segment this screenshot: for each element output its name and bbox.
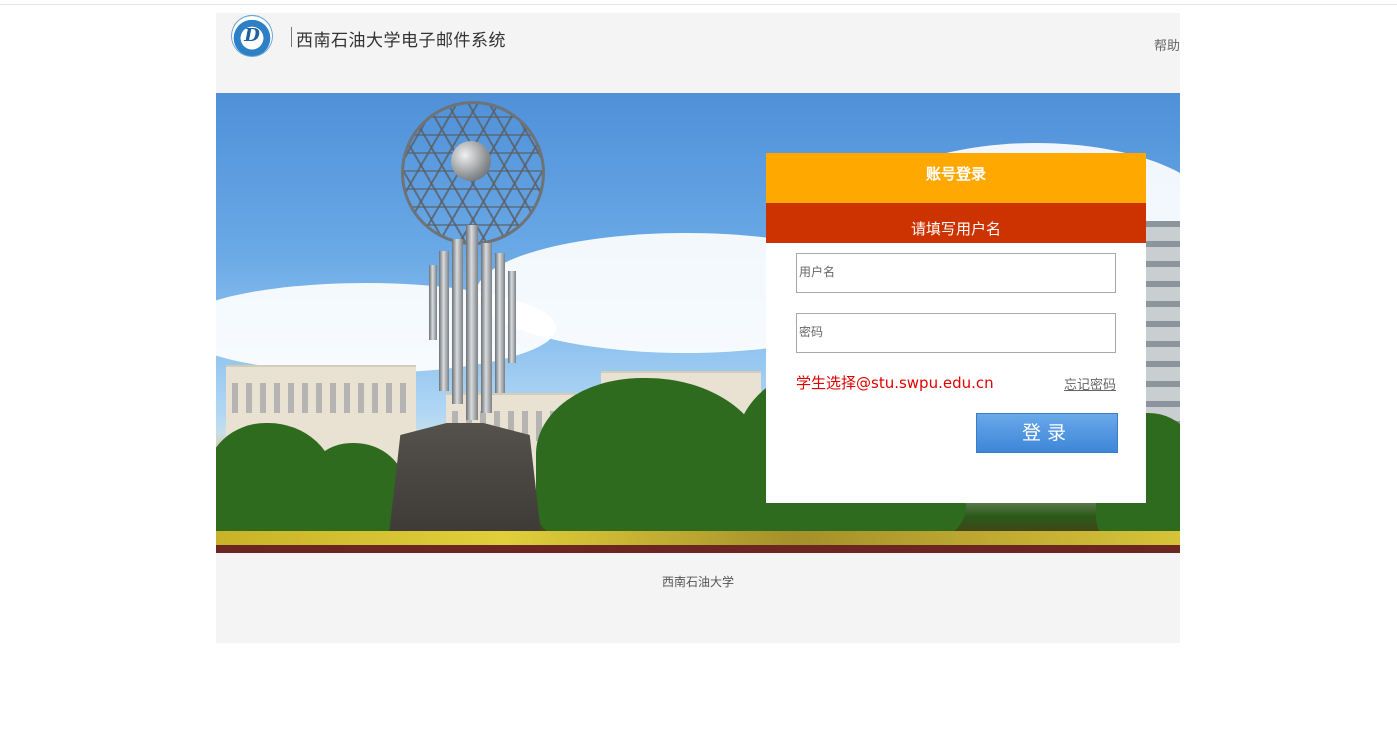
footer-text: 西南石油大学 bbox=[661, 575, 734, 589]
university-logo-icon: D bbox=[231, 15, 273, 57]
campus-banner: 账号登录 请填写用户名 学生选择@stu.swpu.edu.cn 忘记密码 登录 bbox=[216, 93, 1180, 553]
login-panel: 账号登录 请填写用户名 学生选择@stu.swpu.edu.cn 忘记密码 登录 bbox=[766, 153, 1146, 503]
sculpture-pipe bbox=[452, 239, 463, 404]
login-heading: 账号登录 bbox=[766, 153, 1146, 203]
sculpture-base bbox=[388, 423, 542, 543]
sculpture-pipe bbox=[439, 251, 449, 391]
top-rule bbox=[0, 4, 1397, 5]
sculpture-pipe bbox=[508, 271, 516, 363]
page-container: D 西南石油大学电子邮件系统 帮助 账号登录 请填写用户名 用户名 学生选择@s… bbox=[216, 13, 1180, 643]
password-field bbox=[796, 313, 1116, 353]
help-link[interactable]: 帮助 bbox=[1154, 35, 1180, 54]
trees bbox=[536, 378, 766, 543]
login-error-message: 请填写用户名 bbox=[766, 203, 1146, 243]
student-domain-hint: 学生选择@stu.swpu.edu.cn bbox=[796, 374, 994, 392]
hedge bbox=[216, 531, 1180, 545]
sculpture-pipe bbox=[481, 243, 492, 413]
username-input[interactable] bbox=[797, 254, 1109, 290]
login-button[interactable]: 登录 bbox=[976, 413, 1118, 453]
title-separator bbox=[291, 27, 292, 47]
sculpture-pipe bbox=[495, 253, 505, 393]
logo-text: D bbox=[244, 25, 260, 46]
username-field bbox=[796, 253, 1116, 293]
sculpture-pipe bbox=[466, 225, 478, 420]
flower-bed bbox=[216, 545, 1180, 553]
forgot-password-link[interactable]: 忘记密码 bbox=[1064, 374, 1116, 393]
site-title: 西南石油大学电子邮件系统 bbox=[296, 31, 506, 51]
password-input[interactable] bbox=[797, 314, 1109, 350]
header: D 西南石油大学电子邮件系统 帮助 bbox=[216, 13, 1180, 93]
sculpture-ball bbox=[451, 141, 491, 181]
sculpture-pipe bbox=[429, 265, 437, 340]
